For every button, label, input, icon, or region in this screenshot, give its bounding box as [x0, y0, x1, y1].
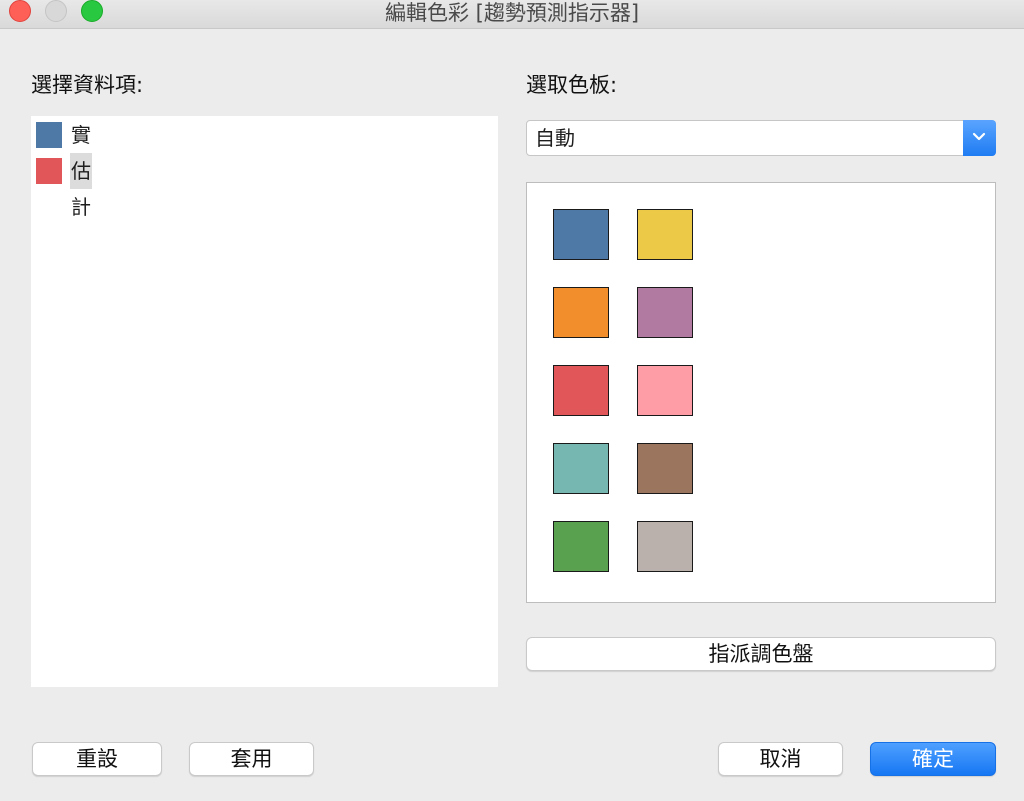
palette-swatch-green[interactable] — [553, 521, 609, 572]
title-bar: 編輯色彩 [趨勢預測指示器] — [0, 0, 1024, 29]
palette-swatch-brown[interactable] — [637, 443, 693, 494]
assign-palette-button[interactable]: 指派調色盤 — [526, 637, 996, 671]
list-item-label: 估計 — [70, 153, 92, 219]
palette-swatch-red[interactable] — [553, 365, 609, 416]
palette-swatch-teal[interactable] — [553, 443, 609, 494]
color-swatch — [36, 158, 62, 184]
palette-swatch-gray[interactable] — [637, 521, 693, 572]
palette-select-value: 自動 — [535, 126, 575, 150]
ok-button[interactable]: 確定 — [870, 742, 996, 776]
data-item-list[interactable]: 實際 估計 — [31, 116, 498, 687]
chevron-down-icon[interactable] — [963, 120, 996, 156]
reset-button[interactable]: 重設 — [32, 742, 162, 776]
window-title: 編輯色彩 [趨勢預測指示器] — [384, 1, 640, 25]
list-item-label: 實際 — [71, 123, 91, 183]
palette-swatch-pink[interactable] — [637, 365, 693, 416]
select-data-item-label: 選擇資料項: — [31, 73, 144, 97]
palette-swatch-purple[interactable] — [637, 287, 693, 338]
select-palette-label: 選取色板: — [526, 73, 618, 97]
palette-swatch-orange[interactable] — [553, 287, 609, 338]
palette-select[interactable]: 自動 — [526, 120, 996, 156]
palette-swatch-yellow[interactable] — [637, 209, 693, 260]
cancel-button[interactable]: 取消 — [718, 742, 843, 776]
apply-button[interactable]: 套用 — [189, 742, 314, 776]
color-swatch — [36, 122, 62, 148]
palette-swatch-blue[interactable] — [553, 209, 609, 260]
color-palette — [526, 182, 996, 603]
